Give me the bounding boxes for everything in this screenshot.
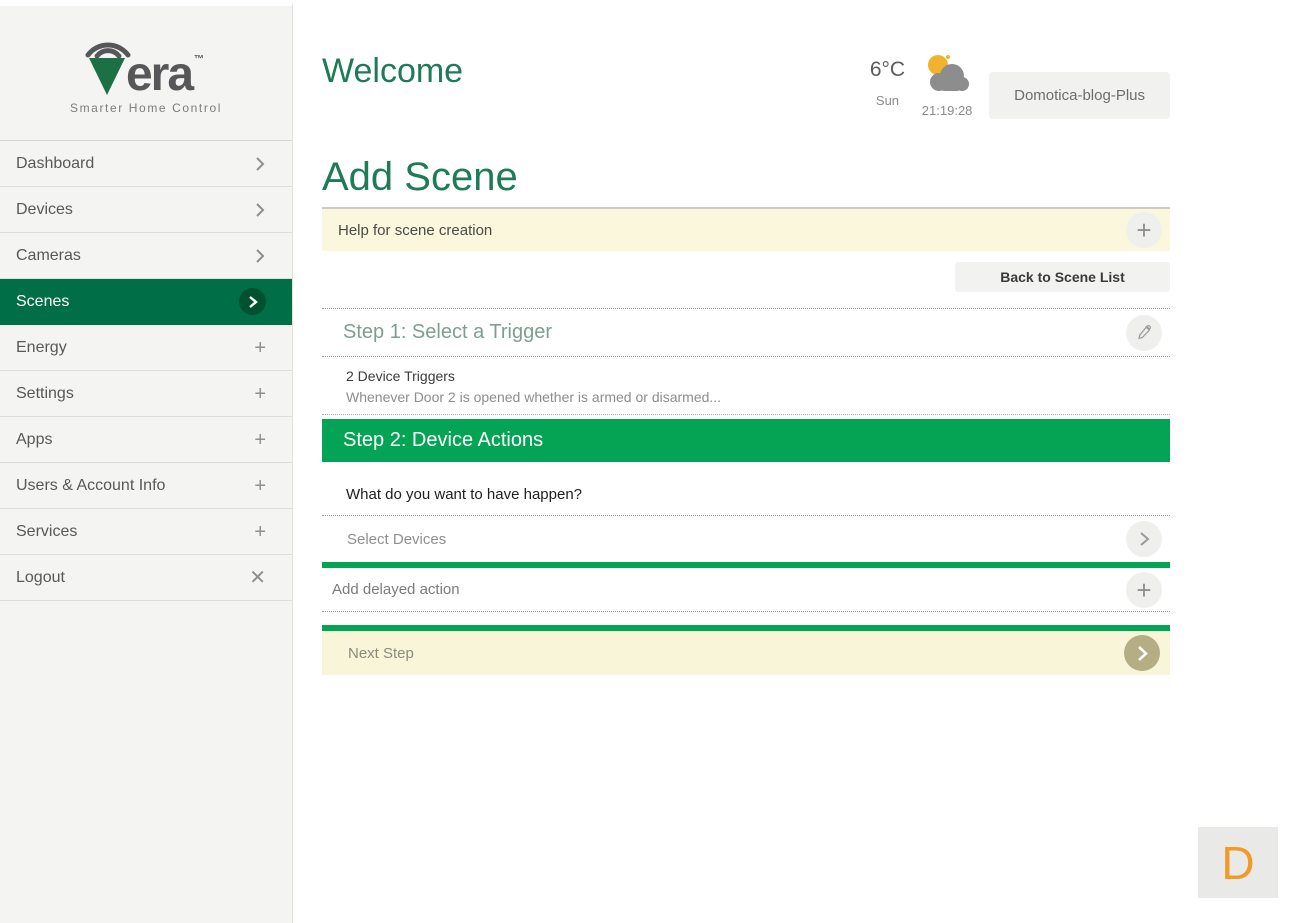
expand-help-button[interactable]: + bbox=[1126, 212, 1162, 248]
sidebar-menu: Dashboard Devices Cameras Scenes Energy … bbox=[0, 141, 292, 601]
sidebar-item-scenes[interactable]: Scenes bbox=[0, 279, 292, 325]
trigger-summary: 2 Device Triggers Whenever Door 2 is ope… bbox=[322, 357, 1170, 415]
sidebar-item-label: Settings bbox=[16, 384, 74, 402]
pencil-icon bbox=[1138, 324, 1151, 339]
sidebar-item-devices[interactable]: Devices bbox=[0, 187, 292, 233]
sidebar-item-settings[interactable]: Settings + bbox=[0, 371, 292, 417]
plus-icon: + bbox=[1136, 215, 1152, 245]
step2-title: Step 2: Device Actions bbox=[343, 429, 544, 451]
help-bar[interactable]: Help for scene creation + bbox=[322, 207, 1170, 251]
plus-icon: + bbox=[254, 428, 266, 451]
plus-icon: + bbox=[254, 336, 266, 359]
sidebar-item-label: Cameras bbox=[16, 246, 81, 264]
app-window: era ™ Smarter Home Control Dashboard Dev… bbox=[0, 0, 1298, 923]
sidebar-item-label: Energy bbox=[16, 338, 67, 356]
plus-icon: + bbox=[1136, 574, 1152, 605]
logo-v-mark bbox=[85, 31, 131, 97]
chevron-right-icon bbox=[254, 248, 266, 264]
content-column: Welcome 6°C Sun 21:19:28 Domotica-blog-P… bbox=[322, 0, 1170, 675]
weather-cluster: 6°C Sun 21:19:28 Domotica-blog-Plus bbox=[870, 52, 1170, 119]
sidebar-item-logout[interactable]: Logout ✕ bbox=[0, 555, 292, 601]
sidebar-item-label: Logout bbox=[16, 568, 65, 586]
sidebar-item-label: Devices bbox=[16, 200, 73, 218]
add-scene-title: Add Scene bbox=[322, 155, 518, 199]
clock-time: 21:19:28 bbox=[921, 103, 973, 118]
next-step-button[interactable]: Next Step bbox=[322, 625, 1170, 675]
brand-logo: era ™ Smarter Home Control bbox=[0, 6, 292, 141]
select-devices-chevron-button[interactable] bbox=[1126, 521, 1162, 557]
sidebar-item-users-account-info[interactable]: Users & Account Info + bbox=[0, 463, 292, 509]
back-row: Back to Scene List bbox=[322, 262, 1170, 292]
sidebar-item-services[interactable]: Services + bbox=[0, 509, 292, 555]
step2-header: Step 2: Device Actions bbox=[322, 419, 1170, 462]
main-area: Welcome 6°C Sun 21:19:28 Domotica-blog-P… bbox=[293, 0, 1298, 923]
plus-icon: + bbox=[254, 474, 266, 497]
brand-tagline: Smarter Home Control bbox=[69, 101, 223, 115]
sidebar-item-apps[interactable]: Apps + bbox=[0, 417, 292, 463]
chevron-right-icon bbox=[1138, 645, 1148, 661]
add-delayed-action-label: Add delayed action bbox=[332, 581, 460, 598]
chevron-right-icon bbox=[254, 156, 266, 172]
step1-header: Step 1: Select a Trigger bbox=[322, 308, 1170, 357]
logo-wordmark: era bbox=[125, 47, 194, 101]
select-devices-label: Select Devices bbox=[347, 530, 447, 548]
trigger-count: 2 Device Triggers bbox=[346, 368, 455, 384]
controller-name-button[interactable]: Domotica-blog-Plus bbox=[989, 72, 1170, 119]
weather-icon-block: 21:19:28 bbox=[921, 52, 973, 118]
cloudy-night-icon bbox=[928, 55, 970, 91]
sidebar-item-label: Services bbox=[16, 522, 78, 540]
disqus-d-badge[interactable]: D bbox=[1198, 827, 1278, 898]
sidebar: era ™ Smarter Home Control Dashboard Dev… bbox=[0, 0, 293, 923]
page-title: Welcome bbox=[322, 52, 464, 90]
sidebar-item-cameras[interactable]: Cameras bbox=[0, 233, 292, 279]
back-to-scene-list-button[interactable]: Back to Scene List bbox=[955, 262, 1170, 292]
sidebar-item-label: Scenes bbox=[16, 292, 70, 310]
page-header: Welcome 6°C Sun 21:19:28 Domotica-blog-P… bbox=[322, 0, 1170, 119]
sidebar-item-dashboard[interactable]: Dashboard bbox=[0, 141, 292, 187]
close-icon: ✕ bbox=[249, 567, 266, 589]
plus-icon: + bbox=[254, 382, 266, 405]
chevron-right-icon bbox=[1139, 532, 1150, 546]
vera-logo: era ™ bbox=[85, 31, 205, 101]
add-delayed-action-button[interactable]: + bbox=[1126, 571, 1162, 608]
green-triangle-v bbox=[88, 58, 125, 95]
help-bar-label: Help for scene creation bbox=[338, 221, 493, 239]
step2-question: What do you want to have happen? bbox=[322, 462, 1170, 516]
add-delayed-action-row[interactable]: Add delayed action + bbox=[322, 568, 1170, 612]
sidebar-item-energy[interactable]: Energy + bbox=[0, 325, 292, 371]
trademark-symbol: ™ bbox=[194, 54, 205, 65]
weather-day: Sun bbox=[875, 93, 900, 108]
plus-icon: + bbox=[254, 520, 266, 543]
temperature-value: 6°C bbox=[869, 58, 906, 81]
sidebar-item-label: Dashboard bbox=[16, 154, 95, 172]
badge-letter: D bbox=[1221, 836, 1255, 889]
weather-temp-block: 6°C Sun bbox=[870, 58, 905, 108]
next-step-label: Next Step bbox=[348, 644, 414, 662]
select-devices-row[interactable]: Select Devices bbox=[322, 516, 1170, 562]
chevron-right-icon bbox=[254, 202, 266, 218]
step1-title: Step 1: Select a Trigger bbox=[343, 321, 553, 343]
wifi-arcs-icon bbox=[85, 42, 131, 59]
sidebar-item-label: Apps bbox=[16, 430, 53, 448]
next-step-chevron-button[interactable] bbox=[1124, 635, 1160, 671]
edit-trigger-button[interactable] bbox=[1126, 314, 1162, 351]
chevron-right-circle-icon bbox=[239, 288, 266, 315]
sidebar-item-label: Users & Account Info bbox=[16, 476, 166, 494]
trigger-description: Whenever Door 2 is opened whether is arm… bbox=[346, 389, 722, 405]
